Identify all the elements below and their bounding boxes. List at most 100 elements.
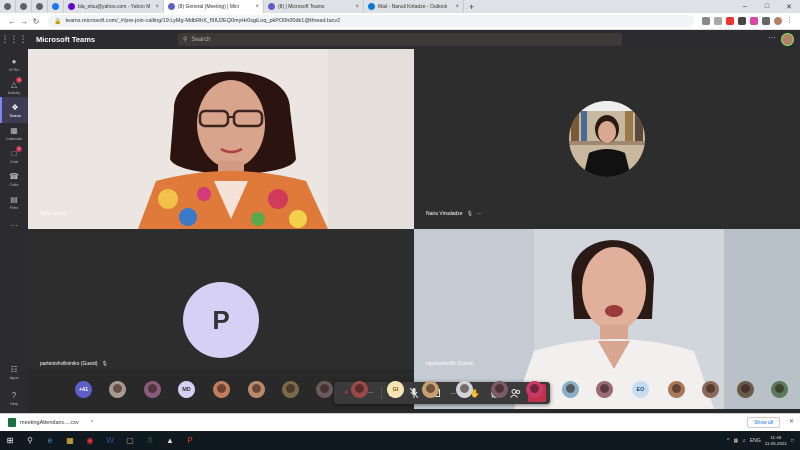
back-icon[interactable]: ←: [6, 17, 18, 26]
download-item[interactable]: meetingAttendanc....csv ^: [8, 418, 93, 427]
participant-avatar[interactable]: [702, 381, 719, 398]
participant-avatar[interactable]: [771, 381, 788, 398]
windows-start-icon[interactable]: ⊞: [0, 431, 20, 450]
tab-close-icon[interactable]: ×: [255, 4, 259, 10]
app-icon[interactable]: ▢: [120, 431, 140, 450]
profile-avatar[interactable]: [774, 17, 782, 25]
avatar-photo: [217, 384, 226, 393]
maximize-icon[interactable]: □: [756, 3, 778, 11]
avatar-photo: [600, 384, 609, 393]
participant-avatar[interactable]: [491, 381, 508, 398]
rail-item-label: Help: [9, 400, 19, 406]
mic-off-icon: 🎙: [466, 211, 473, 217]
rail-item-help[interactable]: ? Help: [0, 385, 28, 411]
meeting-stage: Nara Skoria Naira Virsaladze 🎙 ··· P par…: [28, 49, 800, 413]
new-tab-button[interactable]: +: [464, 2, 479, 12]
rail-item-more[interactable]: ···: [0, 212, 28, 238]
participant-avatar[interactable]: [456, 381, 473, 398]
files-icon: ▤: [10, 194, 18, 204]
notifications-icon[interactable]: □: [791, 438, 794, 444]
reload-icon[interactable]: ↻: [30, 17, 42, 26]
participant-avatar[interactable]: [109, 381, 126, 398]
app-launcher-icon[interactable]: ⋮⋮⋮: [0, 34, 28, 45]
language-indicator[interactable]: ENG: [750, 438, 761, 444]
video-tile-naira-virsaladze[interactable]: Naira Virsaladze 🎙 ···: [414, 49, 800, 229]
key-icon[interactable]: [702, 17, 710, 25]
forward-icon[interactable]: →: [18, 17, 30, 26]
calls-icon: ☎: [9, 171, 19, 181]
search-input[interactable]: ⚲ Search: [178, 33, 622, 46]
browser-tab[interactable]: bla_etsu@yahoo.com - Yahoo M ×: [64, 0, 164, 13]
pdf-extension-icon[interactable]: [726, 17, 734, 25]
participant-avatar[interactable]: [526, 381, 543, 398]
chevron-up-icon[interactable]: ^: [727, 438, 729, 444]
tab-close-icon[interactable]: ×: [355, 4, 359, 10]
browser-menu-icon[interactable]: ⋮: [786, 17, 794, 25]
browser-tab[interactable]: Mail - Nanuli Kirtadze - Outlook ×: [364, 0, 464, 13]
word-icon[interactable]: W: [100, 431, 120, 450]
clock[interactable]: 11:46 11.06.2021: [765, 435, 787, 447]
browser-tab-pinned[interactable]: [48, 0, 64, 13]
more-options-icon[interactable]: ···: [768, 33, 776, 42]
participant-avatar[interactable]: [668, 381, 685, 398]
powerpoint-icon[interactable]: P: [180, 431, 200, 450]
tab-close-icon[interactable]: ×: [455, 4, 459, 10]
user-avatar[interactable]: [781, 33, 794, 46]
rail-item-label: Calendar: [5, 135, 23, 141]
download-options-icon[interactable]: ^: [91, 420, 93, 426]
close-window-icon[interactable]: ✕: [778, 3, 800, 11]
avatar-photo: [113, 384, 122, 393]
participant-more-icon[interactable]: ···: [477, 211, 482, 217]
browser-tab[interactable]: (8) | Microsoft Teams ×: [264, 0, 364, 13]
star-icon[interactable]: [714, 17, 722, 25]
chrome-icon[interactable]: ◉: [80, 431, 100, 450]
participant-avatar[interactable]: EO: [632, 381, 649, 398]
url-input[interactable]: 🔒 teams.microsoft.com/_#/pre-join-callin…: [48, 15, 694, 27]
show-all-button[interactable]: Show all: [747, 417, 780, 428]
participant-initial-avatar: P: [183, 282, 259, 358]
tab-close-icon[interactable]: ×: [155, 4, 159, 10]
minimize-icon[interactable]: –: [734, 3, 756, 11]
participant-avatar[interactable]: [248, 381, 265, 398]
avatar-photo: [460, 384, 469, 393]
participant-avatar[interactable]: GI: [387, 381, 404, 398]
avatar-photo: [530, 384, 539, 393]
participant-avatar[interactable]: [144, 381, 161, 398]
search-icon[interactable]: ⚲: [20, 431, 40, 450]
participant-avatar[interactable]: [562, 381, 579, 398]
browser-tab-pinned[interactable]: [0, 0, 16, 13]
app-title: Microsoft Teams: [36, 35, 96, 44]
participant-avatar[interactable]: [351, 381, 368, 398]
extension-icon[interactable]: [750, 17, 758, 25]
rail-item-apps[interactable]: ☷ Apps: [0, 359, 28, 385]
video-tile-partenishvilininiko[interactable]: P partenishvilininiko (Guest) 🎙: [28, 229, 414, 369]
search-placeholder: Search: [191, 36, 211, 43]
browser-tab-pinned[interactable]: [32, 0, 48, 13]
participant-avatar[interactable]: [316, 381, 333, 398]
participant-avatar[interactable]: [596, 381, 613, 398]
participant-avatar[interactable]: MD: [178, 381, 195, 398]
video-tile-nara-skoria[interactable]: Nara Skoria: [28, 49, 414, 229]
avatar-photo: [741, 384, 750, 393]
puzzle-icon[interactable]: [762, 17, 770, 25]
app-icon[interactable]: ▲: [160, 431, 180, 450]
participant-avatar[interactable]: [422, 381, 439, 398]
participant-video-avatar: [569, 101, 645, 177]
participant-avatar[interactable]: +41: [75, 381, 92, 398]
participant-avatar[interactable]: [737, 381, 754, 398]
extension-icon[interactable]: [738, 17, 746, 25]
volume-icon[interactable]: ♫: [742, 438, 746, 444]
participant-avatar[interactable]: [213, 381, 230, 398]
participant-avatar[interactable]: [282, 381, 299, 398]
close-icon[interactable]: ✕: [789, 418, 794, 425]
browser-tab[interactable]: (8) General (Meeting) | Micr ×: [164, 0, 264, 13]
network-icon[interactable]: ▦: [733, 438, 738, 444]
app-rail: ● ATSU △ Activity 4 ❖ Teams ▦ Calendar □ Chat 1 ☎ Cal…: [0, 49, 28, 413]
edge-icon[interactable]: e: [40, 431, 60, 450]
excel-icon[interactable]: X: [140, 431, 160, 450]
avatar-photo: [320, 384, 329, 393]
teams-icon: ❖: [11, 102, 19, 112]
file-explorer-icon[interactable]: ▦: [60, 431, 80, 450]
browser-tab-pinned[interactable]: [16, 0, 32, 13]
tab-label: bla_etsu@yahoo.com - Yahoo M: [78, 3, 151, 10]
